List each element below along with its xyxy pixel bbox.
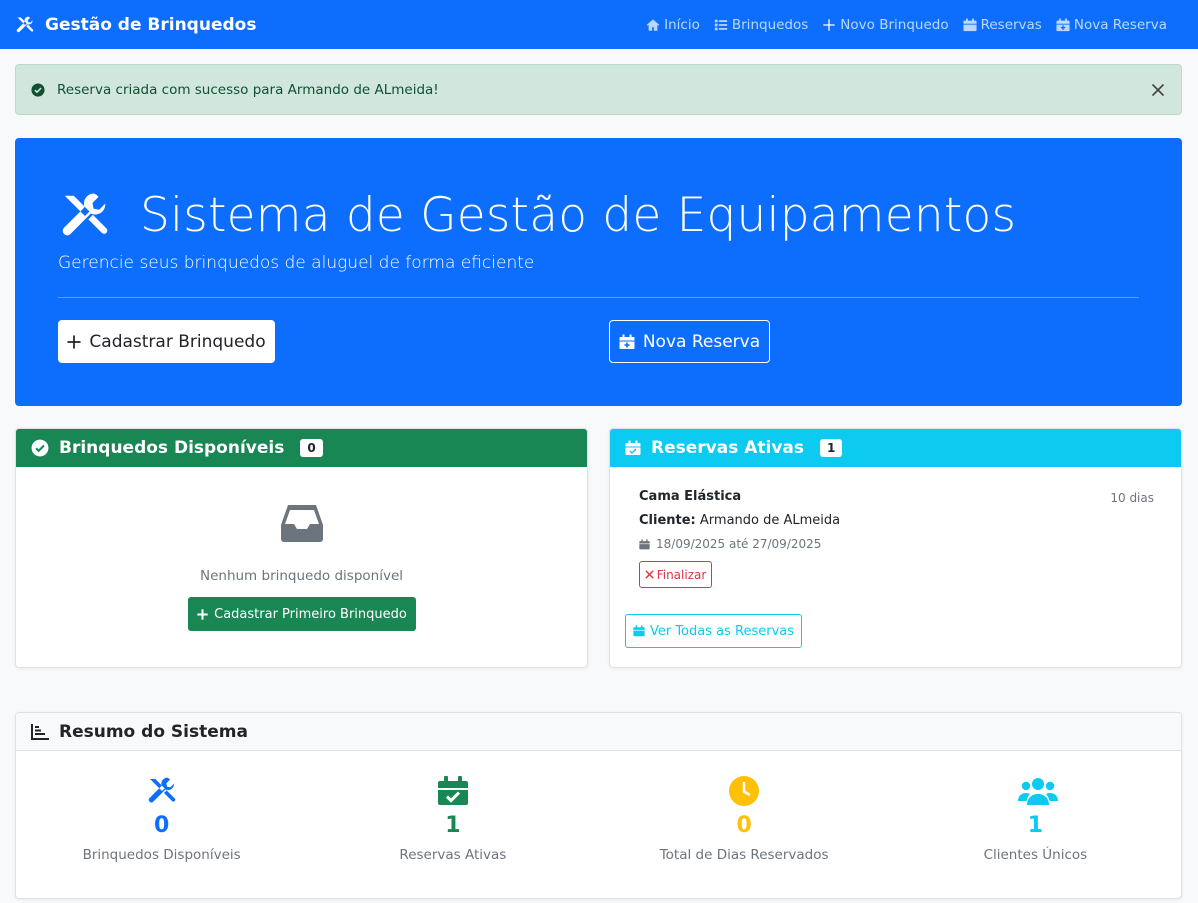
plus-icon [67, 334, 81, 349]
card-title: Brinquedos Disponíveis [59, 438, 285, 458]
system-summary-header: Resumo do Sistema [16, 713, 1181, 751]
nav-link-nova-reserva[interactable]: Nova Reserva [1049, 17, 1174, 33]
empty-text: Nenhum brinquedo disponível [199, 568, 404, 584]
calendar-icon [639, 538, 650, 550]
reservation-days: 10 dias [1110, 491, 1154, 505]
nav-link-reservas[interactable]: Reservas [956, 17, 1049, 33]
hero-subtitle: Gerencie seus brinquedos de aluguel de f… [58, 253, 535, 273]
close-icon [645, 570, 654, 579]
calendar-plus-icon [619, 334, 635, 350]
available-toys-header: Brinquedos Disponíveis 0 [16, 429, 587, 467]
stat-label: Clientes Únicos [983, 847, 1088, 863]
stat-clientes-unicos: 1 Clientes Únicos [890, 775, 1181, 863]
stat-label: Total de Dias Reservados [659, 847, 829, 863]
finalizar-button[interactable]: Finalizar [639, 561, 712, 588]
stats-row: 0 Brinquedos Disponíveis 1 Reservas Ativ… [16, 775, 1181, 863]
stat-value: 1 [445, 813, 461, 838]
nav-links: Início Brinquedos Novo Brinquedo Reserva… [639, 17, 1183, 33]
card-title: Reservas Ativas [651, 438, 805, 458]
brand-text: Gestão de Brinquedos [45, 14, 257, 35]
success-alert: Reserva criada com sucesso para Armando … [15, 64, 1182, 115]
hero-title-text: Sistema de Gestão de Equipamentos [140, 188, 1017, 243]
nav-link-inicio[interactable]: Início [639, 17, 707, 33]
home-icon [646, 18, 660, 32]
client-name: Armando de ALmeida [699, 513, 841, 528]
hero-title: Sistema de Gestão de Equipamentos [58, 188, 1016, 243]
button-label: Cadastrar Primeiro Brinquedo [214, 606, 407, 622]
stat-label: Brinquedos Disponíveis [82, 847, 241, 863]
clock-icon [727, 775, 761, 807]
calendar-plus-icon [1056, 17, 1070, 32]
calendar-icon [633, 625, 645, 637]
button-label: Cadastrar Brinquedo [89, 331, 266, 352]
stat-reservas-ativas: 1 Reservas Ativas [307, 775, 598, 863]
nav-link-novo-brinquedo[interactable]: Novo Brinquedo [815, 17, 955, 33]
plus-icon [197, 608, 208, 620]
check-circle-icon [31, 82, 45, 97]
dates-text: 18/09/2025 até 27/09/2025 [656, 537, 822, 551]
navbar: Gestão de Brinquedos Início Brinquedos N… [0, 0, 1198, 49]
reservation-item: Cama Elástica 10 dias Cliente: Armando d… [639, 489, 1154, 588]
nav-link-label: Novo Brinquedo [840, 16, 949, 33]
tools-icon [15, 15, 35, 35]
client-label: Cliente: [639, 513, 696, 528]
calendar-check-icon [625, 440, 641, 456]
active-reservations-header: Reservas Ativas 1 [610, 429, 1181, 467]
calendar-icon [963, 17, 977, 32]
stat-value: 0 [153, 813, 170, 838]
button-label: Finalizar [656, 567, 707, 582]
chart-bar-icon [31, 723, 49, 740]
stat-label: Reservas Ativas [399, 847, 507, 863]
tools-icon [58, 189, 112, 243]
card-title: Resumo do Sistema [59, 721, 248, 742]
count-badge: 1 [820, 439, 843, 457]
hero-banner: Sistema de Gestão de Equipamentos Gerenc… [15, 138, 1182, 406]
stat-brinquedos-disponiveis: 0 Brinquedos Disponíveis [16, 775, 307, 863]
empty-state: Nenhum brinquedo disponível [16, 467, 587, 584]
button-label: Nova Reserva [642, 331, 761, 352]
close-icon[interactable] [1150, 82, 1166, 98]
stat-value: 1 [1027, 813, 1044, 838]
cadastrar-primeiro-brinquedo-button[interactable]: Cadastrar Primeiro Brinquedo [188, 597, 416, 631]
nav-link-label: Início [664, 16, 700, 33]
nav-link-label: Brinquedos [731, 16, 809, 33]
users-icon [1018, 775, 1059, 807]
calendar-check-icon [436, 775, 470, 807]
nova-reserva-button[interactable]: Nova Reserva [609, 320, 770, 363]
list-icon [714, 18, 728, 32]
reservation-toy-name: Cama Elástica [639, 489, 742, 504]
ver-todas-reservas-button[interactable]: Ver Todas as Reservas [625, 614, 802, 648]
hero-divider [58, 297, 1139, 298]
stat-value: 0 [736, 813, 752, 838]
cadastrar-brinquedo-button[interactable]: Cadastrar Brinquedo [58, 320, 275, 363]
button-label: Ver Todas as Reservas [649, 623, 795, 639]
nav-link-label: Reservas [980, 16, 1042, 33]
count-badge: 0 [300, 439, 323, 457]
check-circle-icon [31, 439, 49, 457]
reservation-dates: 18/09/2025 até 27/09/2025 [639, 537, 1154, 551]
nav-link-brinquedos[interactable]: Brinquedos [707, 17, 815, 33]
nav-link-label: Nova Reserva [1073, 16, 1167, 33]
alert-message: Reserva criada com sucesso para Armando … [57, 81, 439, 98]
plus-icon [822, 18, 836, 32]
brand[interactable]: Gestão de Brinquedos [15, 15, 256, 35]
inbox-icon [280, 503, 324, 543]
available-toys-card: Brinquedos Disponíveis 0 Nenhum brinqued… [15, 428, 588, 668]
system-summary-card: Resumo do Sistema 0 Brinquedos Disponíve… [15, 712, 1182, 899]
reservation-client: Cliente: Armando de ALmeida [639, 513, 1154, 528]
tools-icon [145, 775, 179, 807]
active-reservations-card: Reservas Ativas 1 Cama Elástica 10 dias … [609, 428, 1182, 668]
stat-total-dias: 0 Total de Dias Reservados [599, 775, 890, 863]
